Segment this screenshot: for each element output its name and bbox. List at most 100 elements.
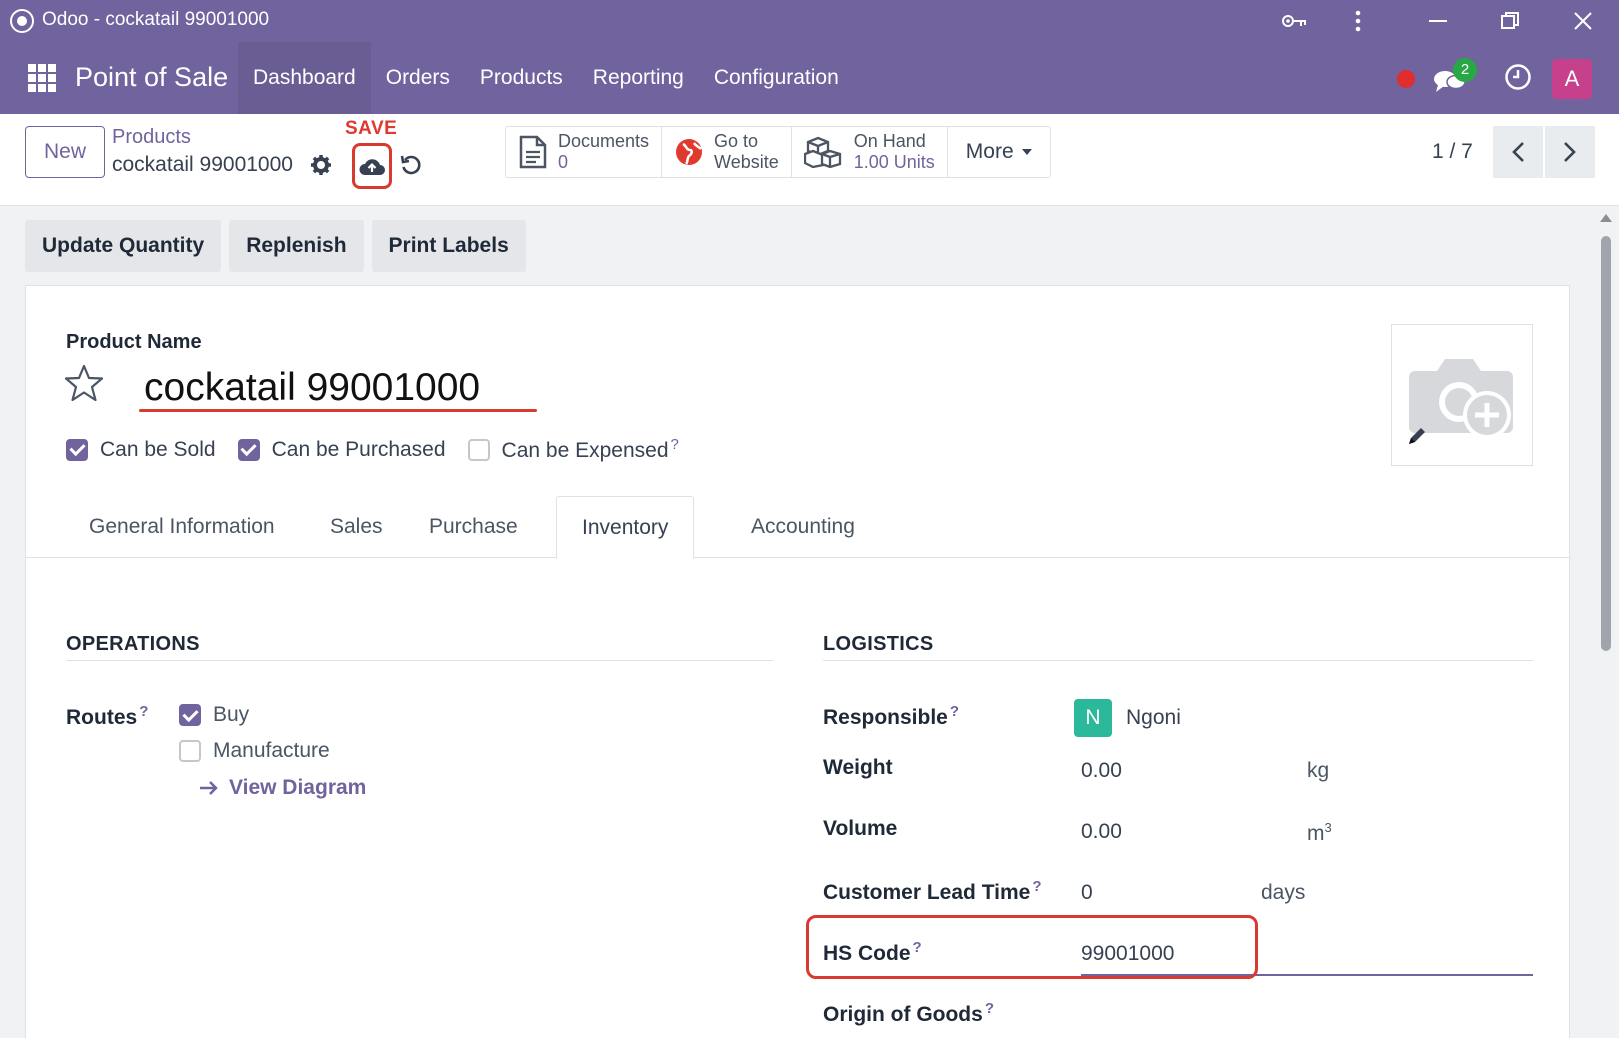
breadcrumb-products-link[interactable]: Products [112, 126, 293, 149]
responsible-value[interactable]: Ngoni [1126, 706, 1181, 730]
app-brand[interactable]: Point of Sale [75, 62, 228, 93]
menu-configuration[interactable]: Configuration [699, 42, 854, 114]
product-name-label: Product Name [66, 331, 202, 353]
update-quantity-button[interactable]: Update Quantity [25, 220, 222, 272]
globe-icon [674, 137, 704, 167]
scroll-up-arrow-icon[interactable] [1600, 214, 1612, 222]
product-image-upload[interactable] [1391, 324, 1533, 466]
lead-time-input[interactable]: 0 [1081, 881, 1093, 905]
volume-input[interactable]: 0.00 [1081, 820, 1122, 844]
gear-icon[interactable] [310, 154, 332, 181]
menu-reporting[interactable]: Reporting [578, 42, 699, 114]
website-line1: Go to [714, 131, 759, 151]
help-tooltip-icon[interactable]: ? [671, 436, 679, 453]
responsible-label-text: Responsible [823, 706, 948, 729]
pager-value[interactable]: 1 / 7 [1432, 140, 1473, 164]
breadcrumb-current: cockatail 99001000 [112, 153, 293, 176]
checkbox-checked[interactable] [179, 704, 201, 726]
close-icon[interactable] [1563, 6, 1603, 36]
restore-icon[interactable] [1490, 6, 1530, 36]
view-diagram-link[interactable]: View Diagram [199, 776, 366, 800]
document-icon [518, 135, 548, 169]
route-buy-label: Buy [213, 703, 250, 726]
chat-count-badge: 2 [1453, 58, 1477, 82]
tab-purchase[interactable]: Purchase [404, 496, 543, 558]
menu-products[interactable]: Products [465, 42, 578, 114]
tab-inventory[interactable]: Inventory [556, 496, 695, 559]
onhand-label: On Hand [853, 131, 926, 151]
main-navbar: Point of Sale Dashboard Orders Products … [0, 42, 1619, 114]
replenish-button[interactable]: Replenish [229, 220, 364, 272]
form-sheet: Product Name cockatail 99001000 Can be S… [25, 285, 1570, 1038]
key-icon[interactable] [1275, 6, 1315, 36]
on-hand-smart-button[interactable]: On Hand 1.00 Units [792, 127, 948, 177]
cubes-icon [803, 136, 844, 168]
weight-unit: kg [1307, 759, 1330, 782]
tab-sales[interactable]: Sales [305, 496, 408, 558]
user-avatar[interactable]: A [1552, 59, 1592, 99]
checkbox-unchecked[interactable] [467, 438, 490, 461]
chevron-right-icon [1564, 142, 1576, 162]
help-tooltip-icon[interactable]: ? [1032, 878, 1041, 895]
more-dropdown-button[interactable]: More [948, 127, 1050, 177]
menu-dashboard[interactable]: Dashboard [238, 42, 371, 114]
pager-previous-button[interactable] [1493, 126, 1543, 178]
can-be-expensed-label: Can be Expensed [501, 439, 669, 462]
product-name-annotation-underline [139, 409, 537, 412]
origin-of-goods-label: Origin of Goods? [823, 1000, 994, 1027]
route-manufacture-checkbox[interactable]: Manufacture [179, 739, 330, 763]
route-buy-checkbox[interactable]: Buy [179, 703, 249, 727]
help-tooltip-icon[interactable]: ? [139, 703, 148, 720]
product-name-input[interactable]: cockatail 99001000 [136, 366, 538, 410]
documents-smart-button[interactable]: Documents 0 [506, 127, 663, 177]
checkbox-checked[interactable] [237, 438, 260, 461]
scroll-thumb[interactable] [1601, 236, 1611, 651]
page-scrollbar[interactable] [1596, 210, 1616, 1038]
lead-time-label-text: Customer Lead Time [823, 881, 1031, 904]
main-menu: Dashboard Orders Products Reporting Conf… [238, 42, 854, 114]
tab-general-information[interactable]: General Information [64, 496, 300, 558]
tab-accounting[interactable]: Accounting [726, 496, 880, 558]
header-action-buttons: Update Quantity Replenish Print Labels [25, 220, 526, 272]
volume-label: Volume [823, 817, 898, 840]
help-tooltip-icon[interactable]: ? [985, 1000, 994, 1017]
go-to-website-smart-button[interactable]: Go to Website [662, 127, 792, 177]
product-flags: Can be Sold Can be Purchased Can be Expe… [66, 436, 679, 463]
minimize-icon[interactable] [1418, 6, 1458, 36]
print-labels-button[interactable]: Print Labels [371, 220, 526, 272]
website-line2: Website [714, 152, 779, 172]
menu-orders[interactable]: Orders [371, 42, 465, 114]
documents-label: Documents [558, 131, 650, 151]
checkbox-checked[interactable] [66, 438, 88, 461]
help-tooltip-icon[interactable]: ? [950, 703, 959, 720]
save-button[interactable] [352, 143, 392, 189]
volume-unit: m3 [1307, 820, 1332, 846]
can-be-expensed-checkbox[interactable]: Can be Expensed? [467, 436, 679, 463]
apps-grid-icon[interactable] [28, 64, 56, 92]
can-be-sold-checkbox[interactable]: Can be Sold [66, 438, 216, 462]
view-diagram-label: View Diagram [229, 776, 367, 799]
lead-time-unit: days [1261, 881, 1306, 904]
activity-clock-icon[interactable] [1503, 62, 1533, 97]
favorite-star-icon[interactable] [64, 364, 104, 407]
save-annotation-label: SAVE [345, 118, 398, 139]
window-titlebar: Odoo - cockatail 99001000 [0, 0, 1619, 42]
chevron-left-icon [1512, 142, 1524, 162]
responsible-avatar: N [1074, 699, 1112, 737]
operations-section-title: OPERATIONS [66, 633, 200, 655]
routes-label: Routes? [66, 703, 148, 730]
breadcrumb: Products cockatail 99001000 [112, 126, 293, 177]
routes-label-text: Routes [66, 706, 138, 729]
origin-label-text: Origin of Goods [823, 1003, 983, 1026]
pencil-edit-icon[interactable] [1406, 425, 1428, 452]
can-be-purchased-checkbox[interactable]: Can be Purchased [237, 438, 446, 462]
pager-next-button[interactable] [1545, 126, 1595, 178]
weight-input[interactable]: 0.00 [1081, 759, 1122, 783]
checkbox-unchecked[interactable] [179, 740, 201, 762]
kebab-menu-icon[interactable] [1338, 6, 1378, 36]
new-button[interactable]: New [25, 126, 105, 178]
messaging-button[interactable]: 2 [1433, 58, 1477, 96]
recording-indicator[interactable] [1397, 70, 1415, 88]
discard-changes-icon[interactable] [400, 154, 422, 181]
volume-unit-text: m [1307, 822, 1325, 845]
